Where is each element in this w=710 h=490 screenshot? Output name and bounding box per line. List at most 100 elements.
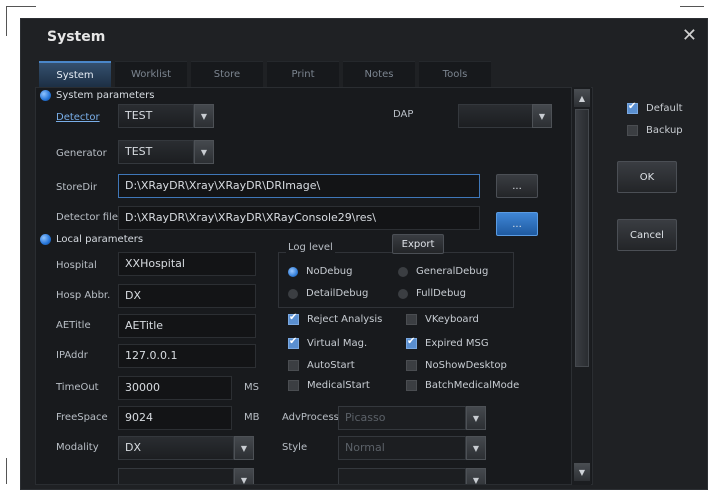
system-parameters-label: System parameters: [56, 90, 155, 101]
checkbox-indicator: [406, 360, 417, 371]
checkbox-expired-msg[interactable]: Expired MSG: [406, 336, 489, 349]
hosp-abbr-input[interactable]: DX: [118, 284, 256, 308]
generator-dropdown-icon[interactable]: ▼: [194, 140, 214, 164]
vertical-scrollbar[interactable]: ▲ ▼: [571, 87, 591, 485]
radio-indicator: [398, 288, 408, 299]
aetitle-input[interactable]: AETitle: [118, 314, 256, 338]
tab-tools[interactable]: Tools: [419, 61, 491, 87]
autostart-label: AutoStart: [307, 360, 355, 371]
medicalstart-label: MedicalStart: [307, 380, 370, 391]
hidden-row-select-2[interactable]: [338, 468, 466, 484]
style-select[interactable]: Normal: [338, 436, 466, 460]
checkbox-medicalstart[interactable]: MedicalStart: [288, 380, 370, 391]
advprocess-label: AdvProcess: [282, 412, 339, 423]
scroll-down-icon[interactable]: ▼: [574, 463, 590, 481]
checkbox-indicator: [406, 336, 417, 349]
generator-select[interactable]: TEST: [118, 140, 194, 164]
frame-corner-bl-v: [6, 458, 7, 484]
ok-button[interactable]: OK: [617, 161, 677, 193]
frame-corner-tl-h: [6, 6, 36, 7]
detector-select[interactable]: TEST: [118, 104, 194, 128]
scroll-up-icon[interactable]: ▲: [574, 89, 590, 107]
ipaddr-input[interactable]: 127.0.0.1: [118, 344, 256, 368]
noshowdesktop-label: NoShowDesktop: [425, 360, 507, 371]
advprocess-select[interactable]: Picasso: [338, 406, 466, 430]
tab-worklist[interactable]: Worklist: [115, 61, 187, 87]
tab-print[interactable]: Print: [267, 61, 339, 87]
timeout-input[interactable]: 30000: [118, 376, 232, 400]
checkbox-indicator: [288, 312, 299, 325]
cancel-button[interactable]: Cancel: [617, 219, 677, 251]
hidden-row-dropdown-icon-2[interactable]: ▼: [466, 468, 486, 484]
dap-select[interactable]: [458, 104, 534, 128]
close-icon[interactable]: ✕: [682, 25, 697, 46]
hidden-row-select[interactable]: [118, 468, 234, 484]
section-bullet-icon: [40, 90, 51, 101]
backup-label: Backup: [646, 125, 683, 136]
detector-file-label: Detector file: [56, 212, 118, 223]
title-bar: System ✕: [21, 19, 707, 59]
radio-indicator: [288, 288, 298, 299]
checkbox-batchmedicalmode[interactable]: BatchMedicalMode: [406, 380, 519, 391]
detector-dropdown-icon[interactable]: ▼: [194, 104, 214, 128]
aetitle-label: AETitle: [56, 320, 91, 331]
timeout-label: TimeOut: [56, 382, 99, 393]
tab-system[interactable]: System: [39, 61, 111, 87]
storedir-browse-button[interactable]: ...: [496, 174, 538, 198]
virtual-mag-label: Virtual Mag.: [307, 338, 368, 349]
dap-label: DAP: [393, 109, 414, 120]
expired-msg-label: Expired MSG: [425, 338, 489, 349]
hidden-row-dropdown-icon[interactable]: ▼: [234, 468, 254, 484]
tab-bar: System Worklist Store Print Notes Tools: [39, 61, 495, 87]
nodebug-label: NoDebug: [306, 266, 353, 277]
hosp-abbr-label: Hosp Abbr.: [56, 290, 111, 301]
checkbox-indicator: [627, 125, 638, 136]
freespace-unit: MB: [244, 412, 260, 423]
freespace-label: FreeSpace: [56, 412, 108, 423]
radio-fulldebug[interactable]: FullDebug: [398, 288, 466, 299]
tab-store[interactable]: Store: [191, 61, 263, 87]
radio-detaildebug[interactable]: DetailDebug: [288, 288, 368, 299]
checkbox-vkeyboard[interactable]: VKeyboard: [406, 314, 479, 325]
system-dialog: System ✕ System Worklist Store Print Not…: [20, 18, 708, 490]
checkbox-indicator: [627, 101, 638, 114]
storedir-input[interactable]: D:\XRayDR\Xray\XRayDR\DRImage\: [118, 174, 480, 198]
export-button[interactable]: Export: [392, 234, 444, 254]
radio-generaldebug[interactable]: GeneralDebug: [398, 266, 488, 277]
tab-notes[interactable]: Notes: [343, 61, 415, 87]
section-bullet-icon: [40, 234, 51, 245]
local-parameters-header: Local parameters: [40, 234, 143, 245]
advprocess-dropdown-icon[interactable]: ▼: [466, 406, 486, 430]
checkbox-indicator: [288, 360, 299, 371]
checkbox-autostart[interactable]: AutoStart: [288, 360, 355, 371]
hospital-input[interactable]: XXHospital: [118, 252, 256, 276]
radio-nodebug[interactable]: NoDebug: [288, 266, 352, 277]
checkbox-backup[interactable]: Backup: [627, 125, 683, 136]
checkbox-indicator: [288, 336, 299, 349]
checkbox-reject-analysis[interactable]: Reject Analysis: [288, 312, 383, 325]
modality-select[interactable]: DX: [118, 436, 234, 460]
freespace-input[interactable]: 9024: [118, 406, 232, 430]
frame-corner-tl-v: [6, 6, 7, 36]
checkbox-default[interactable]: Default: [627, 101, 683, 114]
generaldebug-label: GeneralDebug: [416, 266, 489, 277]
frame-corner-tr-h: [680, 6, 704, 7]
radio-indicator: [288, 266, 298, 277]
checkbox-indicator: [288, 380, 299, 391]
system-parameters-header: System parameters: [40, 90, 154, 101]
detector-label[interactable]: Detector: [56, 112, 100, 123]
dap-dropdown-icon[interactable]: ▼: [532, 104, 552, 128]
storedir-label: StoreDir: [56, 182, 98, 193]
reject-analysis-label: Reject Analysis: [307, 314, 383, 325]
detector-file-input[interactable]: D:\XRayDR\Xray\XRayDR\XRayConsole29\res\: [118, 206, 480, 230]
checkbox-noshowdesktop[interactable]: NoShowDesktop: [406, 360, 507, 371]
modality-dropdown-icon[interactable]: ▼: [234, 436, 254, 460]
checkbox-virtual-mag[interactable]: Virtual Mag.: [288, 336, 368, 349]
default-label: Default: [646, 103, 683, 114]
ipaddr-label: IPAddr: [56, 350, 88, 361]
style-dropdown-icon[interactable]: ▼: [466, 436, 486, 460]
scroll-thumb[interactable]: [575, 109, 589, 367]
detaildebug-label: DetailDebug: [306, 288, 369, 299]
log-level-title: Log level: [286, 242, 335, 253]
detector-file-browse-button[interactable]: ...: [496, 212, 538, 236]
